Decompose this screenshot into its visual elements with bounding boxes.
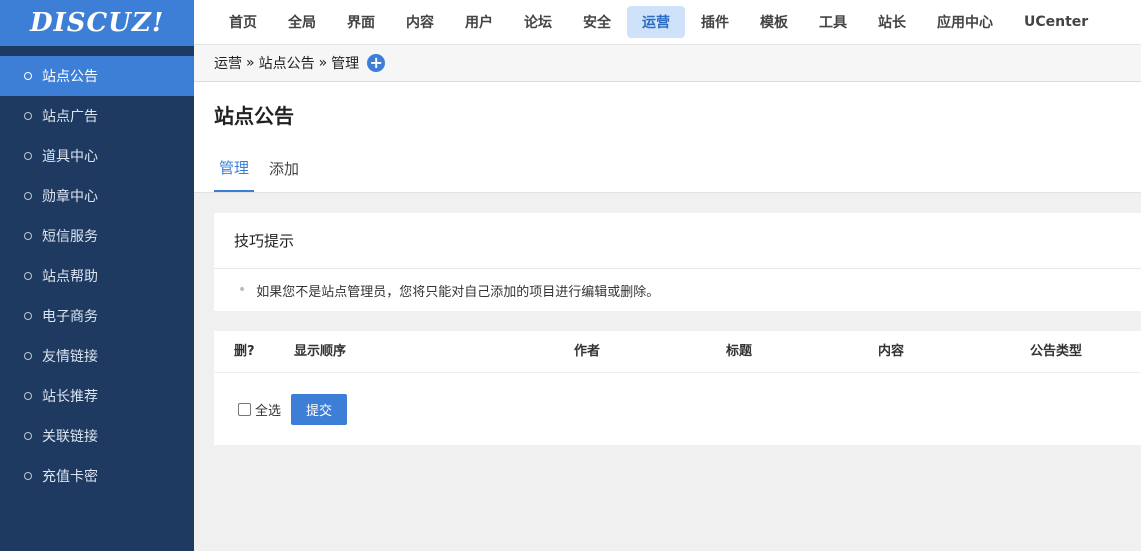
breadcrumb: 运营 » 站点公告 » 管理 + [194,44,1141,82]
sidebar-item-related-links[interactable]: 关联链接 [0,416,194,456]
nav-item-operations[interactable]: 运营 [627,6,685,38]
sidebar-item-label: 道具中心 [42,149,98,165]
sidebar-item-label: 站点广告 [42,109,98,125]
sidebar-item-label: 友情链接 [42,349,98,365]
circle-outline-icon [24,472,32,480]
tab-add[interactable]: 添加 [264,144,304,192]
tips-item: • 如果您不是站点管理员，您将只能对自己添加的项目进行编辑或删除。 [214,269,1141,311]
sidebar-item-label: 充值卡密 [42,469,98,485]
nav-item-forum[interactable]: 论坛 [509,6,567,38]
submit-button[interactable]: 提交 [291,393,348,425]
column-announcement-type: 公告类型 [1030,344,1083,359]
tab-manage[interactable]: 管理 [214,144,255,192]
sidebar-item-recharge-cards[interactable]: 充值卡密 [0,456,194,496]
tips-title: 技巧提示 [214,213,1141,269]
discuz-logo[interactable]: DISCUZ! [30,8,164,38]
circle-outline-icon [24,72,32,80]
sidebar-item-props-center[interactable]: 道具中心 [0,136,194,176]
sidebar-item-label: 短信服务 [42,229,98,245]
sidebar-item-label: 站点帮助 [42,269,98,285]
page-header: 站点公告 管理 添加 [194,82,1141,193]
nav-item-tools[interactable]: 工具 [804,6,862,38]
sidebar-item-site-ads[interactable]: 站点广告 [0,96,194,136]
column-content: 内容 [878,344,905,359]
select-all-label[interactable]: 全选 [255,400,281,419]
column-delete: 删? [234,344,255,359]
breadcrumb-operations[interactable]: 运营 [214,53,242,73]
nav-item-content[interactable]: 内容 [391,6,449,38]
nav-item-security[interactable]: 安全 [568,6,626,38]
announcement-table: 删? 显示顺序 作者 标题 内容 公告类型 全选 提交 [214,331,1141,445]
sidebar-item-label: 勋章中心 [42,189,98,205]
circle-outline-icon [24,112,32,120]
sidebar-item-sms-service[interactable]: 短信服务 [0,216,194,256]
top-nav: 首页 全局 界面 内容 用户 论坛 安全 运营 插件 模板 工具 站长 应用中心… [194,0,1141,44]
tips-panel: 技巧提示 • 如果您不是站点管理员，您将只能对自己添加的项目进行编辑或删除。 [214,213,1141,311]
circle-outline-icon [24,192,32,200]
sidebar-item-site-help[interactable]: 站点帮助 [0,256,194,296]
circle-outline-icon [24,432,32,440]
sidebar-item-medal-center[interactable]: 勋章中心 [0,176,194,216]
sidebar: DISCUZ! 站点公告 站点广告 道具中心 勋章中心 短信服务 站点帮助 电子… [0,0,194,551]
sidebar-item-label: 站长推荐 [42,389,98,405]
page-title: 站点公告 [214,104,294,128]
select-all-checkbox[interactable] [238,402,251,416]
tips-text: 如果您不是站点管理员，您将只能对自己添加的项目进行编辑或删除。 [256,284,660,300]
sidebar-item-label: 站点公告 [42,69,98,85]
circle-outline-icon [24,152,32,160]
table-header: 删? 显示顺序 作者 标题 内容 公告类型 [214,331,1141,373]
nav-item-plugins[interactable]: 插件 [686,6,744,38]
table-footer: 全选 提交 [214,373,1141,445]
nav-item-templates[interactable]: 模板 [745,6,803,38]
column-display-order: 显示顺序 [294,344,347,359]
logo-bar: DISCUZ! [0,0,194,46]
circle-outline-icon [24,312,32,320]
breadcrumb-separator: » [318,55,328,71]
column-title: 标题 [726,344,753,359]
circle-outline-icon [24,272,32,280]
nav-item-app-center[interactable]: 应用中心 [922,6,1008,38]
sidebar-item-label: 电子商务 [42,309,98,325]
nav-item-interface[interactable]: 界面 [332,6,390,38]
sidebar-item-label: 关联链接 [42,429,98,445]
circle-outline-icon [24,352,32,360]
sidebar-item-ecommerce[interactable]: 电子商务 [0,296,194,336]
sidebar-menu: 站点公告 站点广告 道具中心 勋章中心 短信服务 站点帮助 电子商务 友情链接 [0,56,194,496]
bullet-icon: • [238,282,247,298]
sidebar-item-friend-links[interactable]: 友情链接 [0,336,194,376]
nav-item-ucenter[interactable]: UCenter [1009,6,1103,38]
circle-outline-icon [24,232,32,240]
column-author: 作者 [574,344,601,359]
breadcrumb-manage: 管理 [331,56,360,72]
nav-item-webmaster[interactable]: 站长 [863,6,921,38]
plus-circle-icon[interactable]: + [367,54,386,72]
breadcrumb-site-announcement[interactable]: 站点公告 [259,53,315,73]
nav-item-global[interactable]: 全局 [273,6,331,38]
nav-item-users[interactable]: 用户 [450,6,508,38]
sidebar-item-site-announcement[interactable]: 站点公告 [0,56,194,96]
nav-item-home[interactable]: 首页 [214,6,272,38]
tab-bar: 管理 添加 [214,144,314,192]
breadcrumb-separator: » [246,55,255,71]
circle-outline-icon [24,392,32,400]
sidebar-item-admin-recommend[interactable]: 站长推荐 [0,376,194,416]
